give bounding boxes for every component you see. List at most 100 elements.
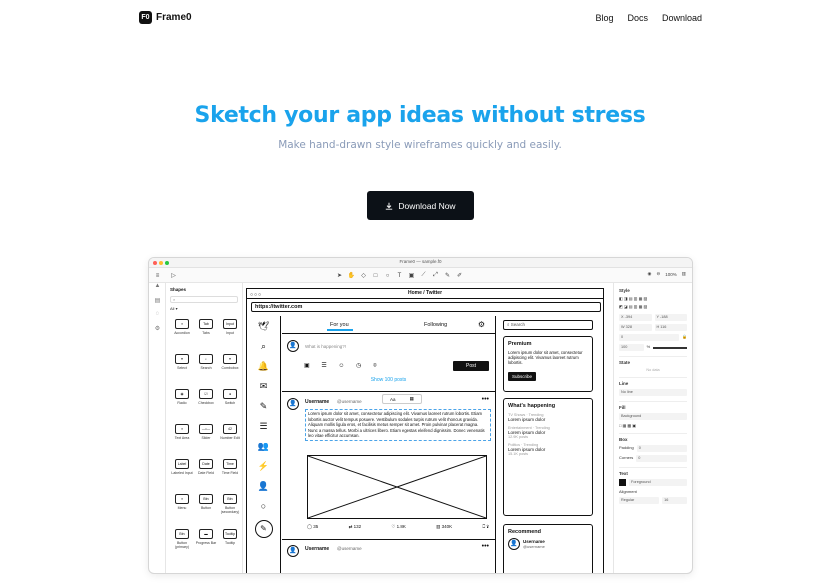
grid-icon[interactable]: ▦: [410, 396, 414, 402]
shape-item[interactable]: ● Switch: [218, 385, 242, 417]
shape-item[interactable]: ☑ Checkbox: [194, 385, 218, 417]
select-tool-icon[interactable]: ➤: [335, 271, 344, 280]
compose-media-icons[interactable]: ▣ ☰ ☺ ◷ ⌾: [304, 362, 382, 370]
tab-for-you[interactable]: For you: [330, 322, 349, 328]
shape-item[interactable]: ◉ Radio: [170, 385, 194, 417]
people-icon[interactable]: 👥: [247, 436, 280, 456]
shape-item[interactable]: Tab Tabs: [194, 315, 218, 347]
font-size-field[interactable]: 16: [662, 497, 687, 504]
shape-item[interactable]: ▾ Select: [170, 350, 194, 382]
shape-item[interactable]: —•— Slider: [194, 420, 218, 452]
trend-item[interactable]: Entertainment · Trending Lorem ipsum dol…: [508, 426, 588, 439]
shape-item[interactable]: 42 Number Edit: [218, 420, 242, 452]
shape-item[interactable]: Btn Button: [194, 490, 218, 522]
shape-item[interactable]: ≡ Menu: [170, 490, 194, 522]
shape-item[interactable]: Input Input: [218, 315, 242, 347]
reply-count[interactable]: ◯ 35: [307, 524, 318, 530]
retweet-count[interactable]: ⇄ 132: [349, 524, 362, 530]
more-dots-icon[interactable]: •••: [482, 543, 489, 550]
corners-field[interactable]: 0: [636, 455, 687, 462]
browser-frame[interactable]: ○○○ Home / Twitter https://twitter.com 🕊…: [246, 288, 604, 573]
like-count[interactable]: ♡ 1.8K: [391, 524, 406, 530]
tab-following[interactable]: Following: [424, 322, 447, 328]
y-field[interactable]: Y -188: [654, 314, 687, 321]
distribute-icons[interactable]: ◩ ◪ ▤ ▥ ▦ ▧: [619, 304, 647, 309]
rect-tool-icon[interactable]: □: [371, 271, 380, 280]
bookmark-share-icons[interactable]: ⎕ ⇪: [482, 524, 489, 530]
menu-icon[interactable]: ≡: [153, 271, 162, 280]
shape-item[interactable]: ⌕ Search: [194, 350, 218, 382]
canvas[interactable]: ○○○ Home / Twitter https://twitter.com 🕊…: [243, 283, 615, 573]
gear-icon[interactable]: ⚙: [478, 320, 485, 329]
opacity-field[interactable]: 100: [619, 344, 644, 351]
trend-item[interactable]: TV Shows · Trending Lorem ipsum dolor: [508, 413, 588, 422]
show-posts-link[interactable]: Show 100 posts: [282, 377, 495, 383]
opacity-slider[interactable]: [653, 347, 687, 349]
mail-icon[interactable]: ✉: [247, 376, 280, 396]
zoom-out-icon[interactable]: ⊖: [656, 271, 660, 277]
zoom-level[interactable]: 100%: [665, 272, 677, 277]
text-tool-icon[interactable]: T: [395, 271, 404, 280]
list-icon[interactable]: ☰: [247, 416, 280, 436]
pen-tool-icon[interactable]: ✎: [443, 271, 452, 280]
settings-icon[interactable]: ⚙: [149, 325, 166, 339]
font-button[interactable]: Aa: [390, 397, 396, 402]
tweet-text-selected[interactable]: Lorem ipsum dolor sit amet, consectetur …: [305, 409, 491, 441]
view-count[interactable]: ▥ 340K: [436, 524, 452, 530]
shape-item[interactable]: Btn Button (secondary): [218, 490, 242, 522]
recommend-user[interactable]: 👤 Username @username: [508, 538, 588, 550]
edit-square-icon[interactable]: ✎: [247, 396, 280, 416]
play-icon[interactable]: ▷: [169, 271, 178, 280]
color-swatch[interactable]: [619, 479, 626, 486]
post-button[interactable]: Post: [453, 361, 489, 371]
nav-link-download[interactable]: Download: [662, 13, 702, 23]
line-select[interactable]: No line: [619, 389, 687, 396]
align-icons[interactable]: ◧ ◨ ▤ ▥ ▦ ▧: [619, 296, 647, 301]
more-circle-icon[interactable]: ○: [247, 496, 280, 516]
x-field[interactable]: X -394: [619, 314, 652, 321]
padding-field[interactable]: 0: [636, 445, 687, 452]
nav-link-docs[interactable]: Docs: [627, 13, 648, 23]
bell-icon[interactable]: 🔔: [247, 356, 280, 376]
bird-icon[interactable]: 🕊: [247, 316, 280, 336]
ellipse-tool-icon[interactable]: ○: [383, 271, 392, 280]
panel-toggle-icon[interactable]: ▥: [682, 271, 686, 277]
rotation-field[interactable]: 0: [619, 334, 680, 341]
search-icon[interactable]: ⌕: [247, 336, 280, 356]
connector-tool-icon[interactable]: ⤢: [431, 271, 440, 280]
compose-icon[interactable]: ✎: [254, 520, 273, 538]
lightbulb-icon[interactable]: ◌: [149, 311, 166, 325]
pages-icon[interactable]: ▤: [149, 297, 166, 311]
shapes-search-input[interactable]: ⌕: [170, 296, 238, 303]
highlighter-tool-icon[interactable]: ✐: [455, 271, 464, 280]
shape-item[interactable]: Label Labeled Input: [170, 455, 194, 487]
download-now-button[interactable]: Download Now: [367, 191, 474, 220]
text-color-select[interactable]: Foreground: [629, 479, 687, 486]
lock-icon[interactable]: 🔒: [682, 334, 687, 341]
profile-icon[interactable]: 👤: [247, 476, 280, 496]
nav-link-blog[interactable]: Blog: [595, 13, 613, 23]
fill-select[interactable]: Background: [619, 413, 687, 420]
hand-tool-icon[interactable]: ✋: [347, 271, 356, 280]
shape-item[interactable]: ≡ Accordion: [170, 315, 194, 347]
shape-item[interactable]: ▾ Combobox: [218, 350, 242, 382]
font-weight-select[interactable]: Regular: [619, 497, 660, 504]
shape-item[interactable]: Time Time Field: [218, 455, 242, 487]
shape-item[interactable]: ▬ Progress Bar: [194, 525, 218, 557]
shape-item[interactable]: ≡ Text Area: [170, 420, 194, 452]
bolt-icon[interactable]: ⚡: [247, 456, 280, 476]
eraser-tool-icon[interactable]: ◇: [359, 271, 368, 280]
image-tool-icon[interactable]: ▣: [407, 271, 416, 280]
eye-icon[interactable]: ◉: [648, 271, 652, 277]
shape-item[interactable]: Btn Button (primary): [170, 525, 194, 557]
height-field[interactable]: H 116: [654, 324, 687, 331]
shapes-panel-icon[interactable]: ▲: [149, 283, 166, 297]
compose-input[interactable]: What is happening?!: [305, 344, 346, 349]
brand-logo[interactable]: F0 Frame0: [139, 11, 192, 24]
subscribe-button[interactable]: Subscribe: [508, 372, 537, 381]
trend-item[interactable]: Politics · Trending Lorem ipsum dolor 15…: [508, 443, 588, 456]
search-input[interactable]: ⌕ Search: [503, 320, 593, 330]
shapes-filter-select[interactable]: All ▾: [170, 306, 238, 311]
width-field[interactable]: W 328: [619, 324, 652, 331]
shape-item[interactable]: Date Date Field: [194, 455, 218, 487]
